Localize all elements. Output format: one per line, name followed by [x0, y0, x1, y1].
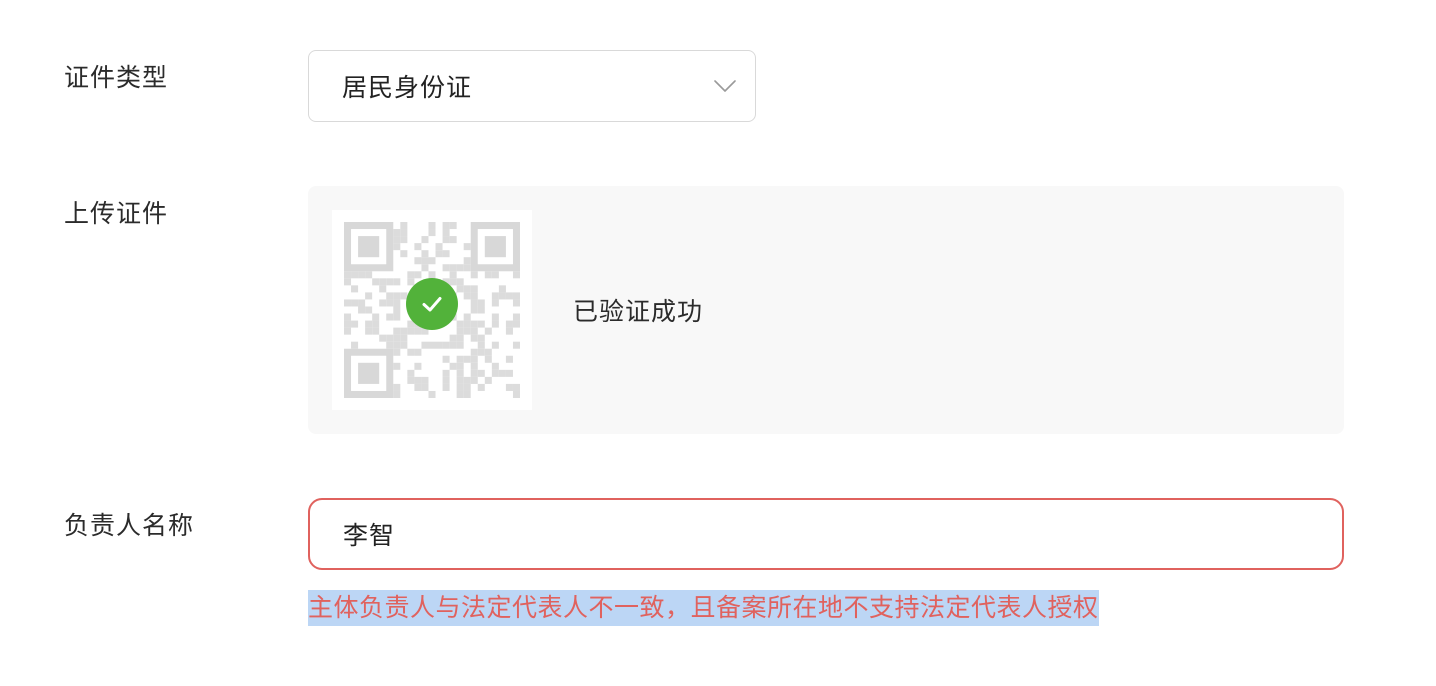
validation-error-message: 主体负责人与法定代表人不一致，且备案所在地不支持法定代表人授权: [308, 590, 1099, 626]
verification-status: 已验证成功: [573, 297, 704, 326]
id-type-select[interactable]: 居民身份证: [308, 50, 756, 122]
id-type-selected-value: 居民身份证: [342, 73, 473, 102]
upload-panel: 已验证成功: [308, 186, 1344, 434]
check-circle-icon: [406, 278, 458, 330]
principal-name-input[interactable]: 李智: [308, 498, 1344, 570]
chevron-down-icon: [713, 74, 737, 98]
upload-label: 上传证件: [64, 199, 169, 228]
id-form: 证件类型 居民身份证 上传证件 已验证成功 负责人名称 李智 主体负责人与法定代…: [0, 0, 1436, 686]
uploaded-document-thumbnail[interactable]: [332, 210, 532, 410]
principal-name-label: 负责人名称: [64, 511, 195, 540]
id-type-label: 证件类型: [64, 63, 169, 92]
principal-name-value: 李智: [343, 521, 396, 550]
